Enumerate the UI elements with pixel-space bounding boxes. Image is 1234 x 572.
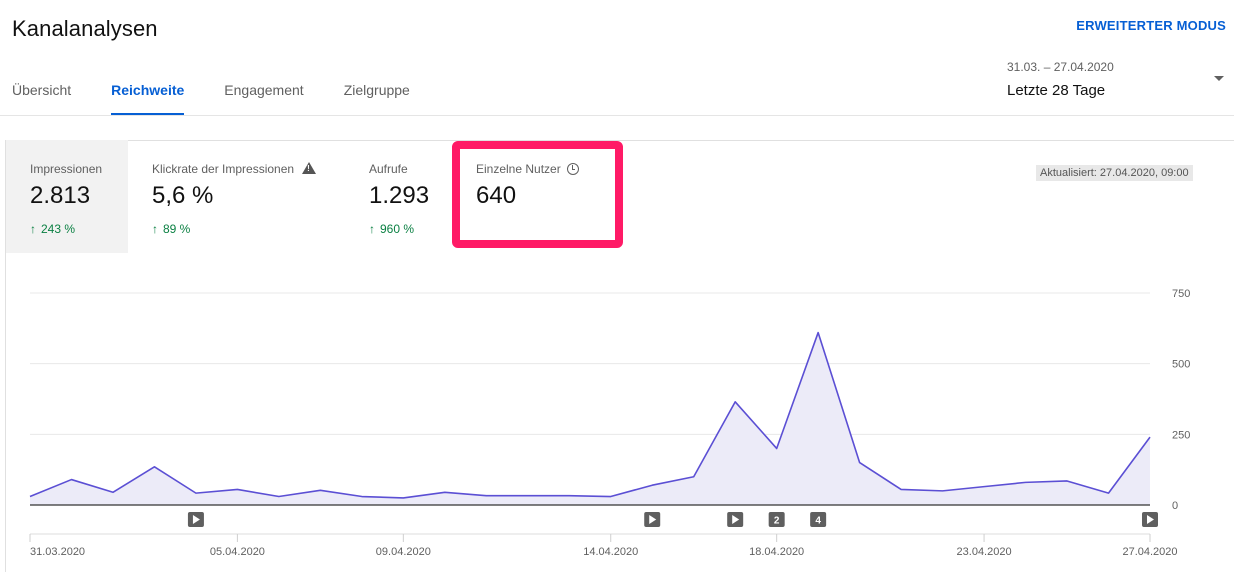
y-tick-label: 500 bbox=[1172, 359, 1190, 371]
x-tick-label: 05.04.2020 bbox=[210, 546, 265, 558]
metric-change: ↑ 960 % bbox=[369, 222, 415, 236]
warning-icon[interactable] bbox=[302, 162, 317, 174]
metric-change: ↑ 243 % bbox=[30, 222, 76, 236]
highlight-box bbox=[452, 141, 623, 248]
metric-value: 5,6 % bbox=[152, 182, 214, 209]
arrow-up-icon: ↑ bbox=[152, 222, 158, 236]
y-tick-label: 750 bbox=[1172, 288, 1190, 300]
arrow-up-icon: ↑ bbox=[30, 222, 36, 236]
metric-views[interactable]: Aufrufe 1.293 ↑ 960 % bbox=[345, 140, 445, 253]
video-marker bbox=[727, 512, 744, 527]
x-tick-label: 23.04.2020 bbox=[957, 546, 1012, 558]
metric-value: 2.813 bbox=[30, 182, 91, 209]
page-title: Kanalanalysen bbox=[12, 16, 158, 41]
metric-title: Impressionen bbox=[30, 162, 103, 176]
marker-count: 4 bbox=[815, 516, 821, 527]
metric-value: 1.293 bbox=[369, 182, 430, 209]
x-tick-label: 09.04.2020 bbox=[376, 546, 431, 558]
date-period-select[interactable]: Letzte 28 Tage bbox=[1007, 82, 1105, 99]
video-count-marker: 4 bbox=[810, 512, 827, 527]
series-area bbox=[30, 332, 1150, 505]
tab-bar: Übersicht Reichweite Engagement Zielgrup… bbox=[12, 82, 450, 116]
dropdown-arrow-icon[interactable] bbox=[1214, 76, 1224, 81]
chart: 0 250 500 750 2 4 31.03.2020 05.04.2020 09.04.20… bbox=[29, 288, 1190, 558]
tab-engagement[interactable]: Engagement bbox=[224, 82, 303, 116]
metric-ctr[interactable]: Klickrate der Impressionen 5,6 % ↑89 % bbox=[128, 140, 338, 253]
metric-title: Klickrate der Impressionen bbox=[152, 162, 317, 176]
y-tick-label: 250 bbox=[1172, 429, 1190, 441]
x-tick-label: 14.04.2020 bbox=[583, 546, 638, 558]
date-range-text: 31.03. – 27.04.2020 bbox=[1007, 60, 1114, 74]
metric-title: Aufrufe bbox=[369, 162, 408, 176]
video-marker bbox=[187, 512, 204, 527]
series-line bbox=[29, 331, 1151, 499]
advanced-mode-link[interactable]: ERWEITERTER MODUS bbox=[1076, 18, 1226, 33]
y-tick-label: 0 bbox=[1172, 500, 1178, 512]
header-divider bbox=[0, 115, 1234, 116]
tab-overview[interactable]: Übersicht bbox=[12, 82, 71, 116]
x-tick-label: 31.03.2020 bbox=[30, 546, 85, 558]
video-marker bbox=[644, 512, 661, 527]
x-tick-label: 27.04.2020 bbox=[1122, 546, 1177, 558]
tab-reach[interactable]: Reichweite bbox=[111, 82, 185, 116]
video-count-marker: 2 bbox=[768, 512, 785, 527]
metric-change: ↑ 89 % bbox=[152, 222, 191, 236]
marker-count: 2 bbox=[774, 516, 780, 527]
updated-badge: Aktualisiert: 27.04.2020, 09:00 bbox=[1036, 165, 1193, 181]
metric-impressions[interactable]: Impressionen 2.813 ↑ 243 % bbox=[6, 140, 128, 253]
video-marker bbox=[1142, 512, 1158, 527]
tab-audience[interactable]: Zielgruppe bbox=[344, 82, 410, 116]
x-tick-label: 18.04.2020 bbox=[749, 546, 804, 558]
arrow-up-icon: ↑ bbox=[369, 222, 375, 236]
